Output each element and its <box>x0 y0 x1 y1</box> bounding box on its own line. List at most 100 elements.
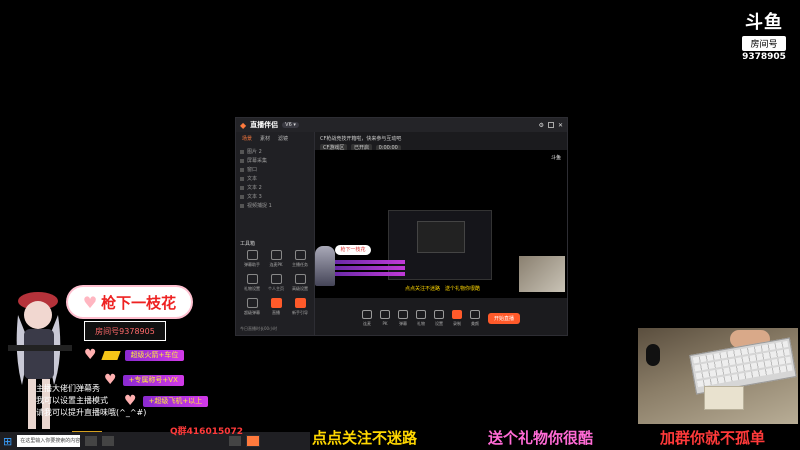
slogan-group: 加群你就不孤单 <box>660 429 766 447</box>
scene-item[interactable]: 图片 2 <box>240 147 310 156</box>
mouse-object <box>646 344 660 366</box>
tool-super-danmu[interactable]: 超级弹幕 <box>240 298 264 316</box>
scene-item[interactable]: 窗口 <box>240 165 310 174</box>
app-titlebar: ◆ 直播伴侣 V6 ▾ ⚙ ✕ <box>236 118 567 132</box>
gift-label: +超级飞机+以上 <box>142 395 209 407</box>
windows-taskbar: ⊞ 在这里输入你要搜索的内容 <box>0 432 310 450</box>
control-bar: 连麦 PK 弹幕 礼物 设置 录制 美颜 开始直播 <box>315 305 567 331</box>
taskbar-app-icon[interactable] <box>229 436 242 446</box>
tool-pk[interactable]: 连麦PK <box>264 250 288 268</box>
scene-icon <box>240 149 244 154</box>
taskbar-search-input[interactable]: 在这里输入你要搜索的内容 <box>17 435 80 447</box>
start-live-button[interactable]: 开始直播 <box>487 312 520 324</box>
scene-icon <box>240 203 244 208</box>
preview-character <box>315 246 335 286</box>
streaming-app-window: ◆ 直播伴侣 V6 ▾ ⚙ ✕ 场景 素材 滤镜 图片 2 屏幕采集 窗口 文本… <box>235 117 568 336</box>
paper-object <box>704 386 744 410</box>
scene-icon <box>240 158 244 163</box>
tool-profile[interactable]: 个人主页 <box>264 274 288 292</box>
app-logo-icon: ◆ <box>240 120 247 130</box>
gift-row: ♥ +超级飞机+以上 <box>124 393 209 409</box>
tool-gifts[interactable]: 礼物设置 <box>240 274 264 292</box>
tab-filters[interactable]: 滤镜 <box>278 135 288 142</box>
douyu-watermark: 斗鱼 房间号 9378905 <box>742 8 786 62</box>
streamer-name: 枪下一枝花 <box>101 293 177 312</box>
watermark-room-number: 9378905 <box>742 52 786 62</box>
control-danmu[interactable]: 弹幕 <box>397 309 408 327</box>
scene-item[interactable]: 文本 2 <box>240 183 310 192</box>
app-sidebar: 场景 素材 滤镜 图片 2 屏幕采集 窗口 文本 文本 2 文本 3 视频捕捉 … <box>236 132 315 335</box>
control-link[interactable]: 连麦 <box>361 309 372 327</box>
tool-danmu[interactable]: 弹幕助手 <box>240 250 264 268</box>
gift-icon <box>415 309 426 319</box>
scene-item[interactable]: 视频捕捉 1 <box>240 201 310 210</box>
scene-item[interactable]: 屏幕采集 <box>240 156 310 165</box>
chat-line: 请我可以提升直播味哦(^_^#) <box>36 408 147 417</box>
stream-title: CF枪战竞技开箱啦，快来参与互动吧 <box>320 136 402 142</box>
tool-advanced[interactable]: 高级设置 <box>288 274 312 292</box>
webcam-feed <box>638 328 798 424</box>
record-icon <box>451 309 462 319</box>
minimize-icon[interactable] <box>547 122 554 128</box>
slogan-gift: 送个礼物你很酷 <box>488 429 594 447</box>
heart-icon: ♥ <box>84 347 97 363</box>
chat-icon <box>246 250 258 260</box>
heart-icon: ♥ <box>104 372 117 388</box>
control-gift[interactable]: 礼物 <box>415 309 426 327</box>
tool-live[interactable]: 直播 <box>264 298 288 316</box>
scene-icon <box>240 176 244 181</box>
scene-item[interactable]: 文本 <box>240 174 310 183</box>
tab-materials[interactable]: 素材 <box>260 135 270 142</box>
user-icon <box>270 274 282 284</box>
toolbox-title: 工具箱 <box>240 241 256 247</box>
gold-bar-icon <box>100 350 121 360</box>
heart-icon: ♥ <box>82 292 98 312</box>
chat-icon <box>397 309 408 319</box>
preview-douyu-logo: 斗鱼 <box>550 155 561 161</box>
preview-gift-bars <box>335 260 405 278</box>
guide-icon <box>294 298 306 308</box>
sidebar-tabs: 场景 素材 滤镜 <box>236 132 314 145</box>
scene-icon <box>240 194 244 199</box>
live-icon <box>270 298 282 308</box>
windows-start-icon[interactable]: ⊞ <box>3 435 12 448</box>
taskbar-streaming-app-icon[interactable] <box>246 435 261 447</box>
room-number-plate: 房间号9378905 <box>84 321 166 341</box>
control-pk[interactable]: PK <box>379 310 390 326</box>
streamer-name-bubble: ♥ 枪下一枝花 <box>68 287 191 317</box>
versus-icon <box>379 310 390 319</box>
tab-scenes[interactable]: 场景 <box>242 135 252 142</box>
gift-row: ♥ +专属称号+VX <box>104 372 184 388</box>
nested-preview-inner <box>417 221 465 253</box>
close-icon[interactable]: ✕ <box>558 122 563 129</box>
chat-line: 我可以设置主播模式 <box>36 396 108 405</box>
control-beauty[interactable]: 美颜 <box>469 309 480 327</box>
versus-icon <box>270 250 282 260</box>
app-main: CF枪战竞技开箱啦，快来参与互动吧 CF游戏区 已开启 0:00:00 斗鱼 枪… <box>315 132 567 335</box>
slogan-follow: 点点关注不迷路 <box>312 429 418 447</box>
settings-icon[interactable]: ⚙ <box>539 122 544 129</box>
taskbar-app-icon[interactable] <box>102 436 115 446</box>
douyu-logo: 斗鱼 <box>745 12 783 33</box>
app-version[interactable]: V6 ▾ <box>282 122 299 128</box>
beauty-icon <box>469 309 480 319</box>
task-icon <box>294 250 306 260</box>
toolbox-grid: 弹幕助手 连麦PK 主播任务 礼物设置 个人主页 高级设置 超级弹幕 直播 新手… <box>240 250 312 316</box>
qq-group: Q群416015072 <box>170 427 244 437</box>
app-title: 直播伴侣 <box>250 121 279 129</box>
preview-ticker: 点点关注不迷路 送个礼物你很酷 <box>405 286 481 292</box>
tool-tasks[interactable]: 主播任务 <box>288 250 312 268</box>
gear-icon <box>294 274 306 284</box>
scene-icon <box>240 185 244 190</box>
scene-item[interactable]: 文本 3 <box>240 192 310 201</box>
preview-webcam <box>519 256 565 292</box>
gift-label: +专属称号+VX <box>122 374 184 386</box>
taskbar-app-icon[interactable] <box>85 436 98 446</box>
live-duration: 今日直播时长00小时 <box>240 326 278 331</box>
preview-name-bubble: 枪下一枝花 <box>335 245 371 255</box>
watermark-room-label: 房间号 <box>742 36 786 51</box>
gear-icon <box>433 309 444 319</box>
tool-guide[interactable]: 新手引导 <box>288 298 312 316</box>
control-settings[interactable]: 设置 <box>433 309 444 327</box>
control-record[interactable]: 录制 <box>451 309 462 327</box>
